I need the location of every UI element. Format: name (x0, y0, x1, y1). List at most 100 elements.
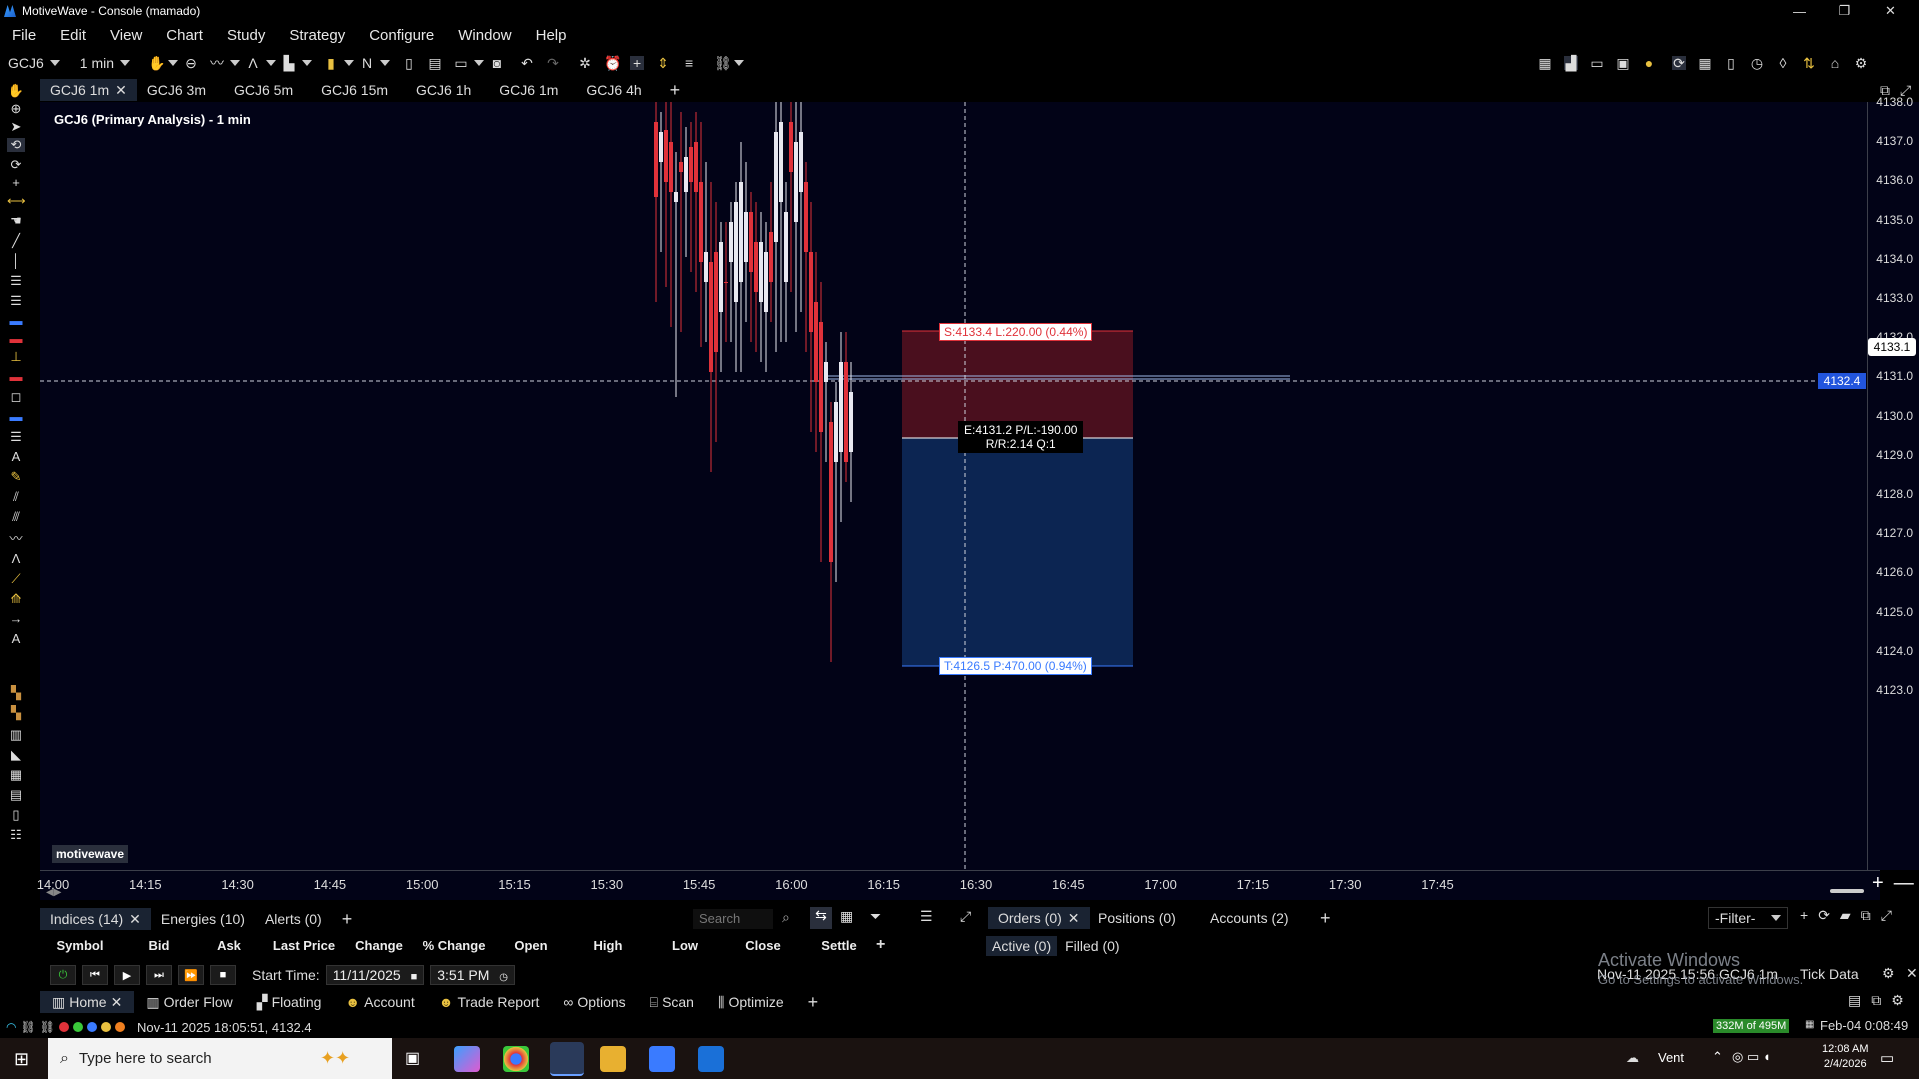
calendar-icon[interactable]: ■ (411, 971, 418, 983)
menu-lines-icon[interactable]: ≡ (682, 56, 696, 70)
objects-icon[interactable]: ▚ (7, 706, 25, 720)
layout-icon-3[interactable]: ▭ (1590, 56, 1604, 70)
subtab-active[interactable]: Active (0) (986, 936, 1058, 956)
col-last-price[interactable]: Last Price (264, 938, 344, 953)
menu-study[interactable]: Study (215, 27, 277, 44)
add-order-icon[interactable]: + (1800, 907, 1808, 924)
nav-home[interactable]: ▥ Home ✕ (40, 991, 135, 1013)
fibonacci-tool-icon[interactable]: ☰ (7, 274, 25, 288)
nav-scan[interactable]: ⌸ Scan (638, 991, 706, 1013)
skip-back-icon[interactable]: ⏮ (82, 965, 108, 985)
risk-reward-tool-icon[interactable]: ▬ (7, 370, 25, 384)
col-bid[interactable]: Bid (124, 938, 194, 953)
pencil-tool-icon[interactable]: ✎ (7, 470, 25, 484)
pitchfork-tool-icon[interactable]: ☰ (7, 430, 25, 444)
clock-icon[interactable]: ◷ (499, 972, 508, 983)
short-position-tool-icon[interactable]: ⊥ (7, 350, 25, 364)
refresh-tool-icon[interactable]: ⟳ (7, 158, 25, 172)
col-close[interactable]: Close (722, 938, 804, 953)
nav-options[interactable]: ∞ Options (551, 991, 637, 1013)
tab-gcj6-1m[interactable]: GCJ6 1m ✕ (40, 79, 137, 101)
filter-icon[interactable]: ⏷ (870, 908, 881, 925)
col-open[interactable]: Open (494, 938, 568, 953)
area-chart-icon[interactable]: ◣ (7, 748, 25, 762)
layout-icon-2[interactable]: ▟ (1564, 56, 1578, 70)
pointer-tool-icon[interactable]: ➤ (7, 120, 25, 134)
symbol-selector[interactable]: GCJ6 (8, 55, 60, 71)
col-settle[interactable]: Settle (804, 938, 874, 953)
channel-tool-icon[interactable]: ⫻ (7, 510, 25, 524)
tab-energies[interactable]: Energies (10) (151, 908, 255, 930)
minimize-button[interactable]: — (1777, 0, 1822, 22)
tab-gcj6-5m[interactable]: GCJ6 5m (224, 79, 303, 101)
chevron-down-icon[interactable] (380, 60, 391, 66)
layout-icon-5[interactable]: ● (1642, 56, 1656, 70)
col-change[interactable]: Change (344, 938, 414, 953)
zoom-in-button[interactable]: + (1872, 872, 1884, 895)
menu-window[interactable]: Window (446, 27, 523, 44)
layout-icon-4[interactable]: ▣ (1616, 56, 1630, 70)
toolbox-icon[interactable]: ⌂ (1828, 56, 1842, 70)
undo-icon[interactable]: ↶ (520, 56, 534, 70)
redo-icon[interactable]: ↷ (546, 56, 560, 70)
camera-icon[interactable]: ◙ (490, 56, 504, 70)
sync-icon[interactable]: ⟳ (1672, 56, 1686, 70)
tab-gcj6-4h[interactable]: GCJ6 4h (576, 79, 651, 101)
menu-file[interactable]: File (0, 27, 48, 44)
close-icon[interactable]: ✕ (129, 911, 141, 928)
list-menu-icon[interactable]: ☰ (920, 908, 933, 925)
nav-optimize[interactable]: ⫼ Optimize (706, 991, 796, 1013)
fast-forward-icon[interactable]: ⏩ (178, 965, 204, 985)
interval-selector[interactable]: 1 min (80, 55, 131, 71)
power-icon[interactable]: ⏻ (50, 965, 76, 985)
chevron-down-icon[interactable] (230, 60, 241, 66)
tab-positions[interactable]: Positions (0) (1088, 907, 1186, 929)
candle-type-icon[interactable]: ▮ (324, 56, 338, 70)
col-low[interactable]: Low (648, 938, 722, 953)
arrow-tool-icon[interactable]: → (7, 612, 25, 626)
nav-floating[interactable]: ▞ Floating (245, 991, 334, 1013)
tray-icons[interactable]: ◎ ▭ ◖ (1732, 1049, 1771, 1065)
taskbar-search-box[interactable]: ⌕ Type here to search ✦✦ (48, 1038, 392, 1079)
task-view-icon[interactable]: ▣ (405, 1048, 420, 1068)
chevron-down-icon[interactable] (474, 60, 485, 66)
gann-fan-tool-icon[interactable]: ⟰ (7, 592, 25, 606)
zoom-tool-icon[interactable]: ⊕ (7, 102, 25, 116)
long-position-tool-icon[interactable]: ▬ (7, 332, 25, 346)
take-profit-zone[interactable] (902, 438, 1133, 666)
tab-orders[interactable]: Orders (0) ✕ (988, 907, 1090, 929)
start-date-field[interactable]: 11/11/2025 ■ (325, 965, 425, 985)
zoom-out-button[interactable]: — (1894, 872, 1914, 895)
memory-usage[interactable]: 332M of 495M (1713, 1019, 1790, 1033)
stack-icon[interactable]: ▰ (1840, 907, 1851, 924)
pan-hand-icon[interactable]: ✋ (148, 56, 165, 70)
gear-icon[interactable]: ⚙ (1882, 965, 1895, 982)
parallel-lines-tool-icon[interactable]: ⫽ (7, 490, 25, 504)
menu-help[interactable]: Help (524, 27, 579, 44)
refresh-icon[interactable]: ⟳ (1818, 907, 1830, 924)
menu-edit[interactable]: Edit (48, 27, 98, 44)
chart-style-icon[interactable]: ▙ (282, 56, 296, 70)
measure-tool-icon[interactable]: ⟷ (7, 194, 26, 208)
menu-strategy[interactable]: Strategy (277, 27, 357, 44)
chevron-down-icon[interactable] (734, 60, 745, 66)
hand-tool-icon[interactable]: ✋ (7, 84, 25, 98)
close-icon[interactable]: ✕ (1906, 965, 1918, 982)
tab-gcj6-1h[interactable]: GCJ6 1h (406, 79, 481, 101)
close-button[interactable]: ✕ (1868, 0, 1913, 22)
elliott-wave-tool-icon[interactable]: Λ (7, 552, 25, 566)
tab-gcj6-1m-second[interactable]: GCJ6 1m (489, 79, 568, 101)
copilot-sparkle-icon[interactable]: ✦✦ (320, 1048, 350, 1069)
nav-account[interactable]: ☻ Account (333, 991, 426, 1013)
bar-chart-icon[interactable]: ▥ (7, 728, 25, 742)
scrollbar-thumb[interactable] (1830, 889, 1864, 893)
tray-chevron-icon[interactable]: ⌃ (1712, 1049, 1723, 1065)
new-document-icon[interactable]: ▯ (402, 56, 416, 70)
table-icon[interactable]: ▦ (1698, 56, 1712, 70)
save-icon[interactable]: ▤ (428, 56, 442, 70)
close-icon[interactable]: ✕ (1068, 910, 1080, 927)
chart-area[interactable]: GCJ6 (Primary Analysis) - 1 min S:4133.4… (40, 102, 1880, 870)
blue-bar-tool-icon[interactable]: ▬ (7, 410, 25, 424)
measure-icon[interactable]: ⇕ (656, 56, 670, 70)
close-icon[interactable]: ✕ (111, 994, 123, 1011)
